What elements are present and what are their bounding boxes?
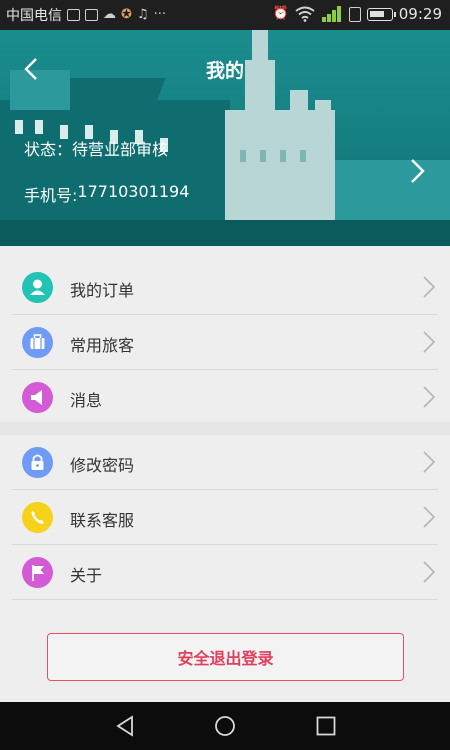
chevron-right-icon bbox=[423, 506, 436, 528]
profile-header: 我的 状态： 待营业部审核 手机号: 17710301194 bbox=[0, 30, 450, 246]
account-status-value: 待营业部审核 bbox=[72, 140, 169, 159]
status-bar: 中国电信 ☁ ✪ ♫ ··· ⏰ 09:29 bbox=[0, 0, 450, 30]
menu-item-label: 消息 bbox=[70, 391, 103, 410]
carrier-label: 中国电信 bbox=[6, 8, 62, 24]
logout-button[interactable]: 安全退出登录 bbox=[47, 633, 404, 681]
account-status: 状态： 待营业部审核 bbox=[24, 136, 168, 160]
wifi-icon bbox=[295, 6, 315, 22]
alarm-icon: ⏰ bbox=[272, 6, 289, 21]
sim-icon bbox=[348, 6, 361, 22]
more-icon: ··· bbox=[153, 7, 166, 22]
menu-item-customer-service[interactable]: 联系客服 bbox=[12, 490, 438, 545]
phone-number-label: 手机号: bbox=[24, 186, 78, 205]
group-divider bbox=[0, 422, 450, 435]
phone-number: 手机号: 17710301194 bbox=[24, 182, 189, 206]
phone-icon bbox=[22, 502, 53, 533]
menu-item-change-password[interactable]: 修改密码 bbox=[12, 435, 438, 490]
menu-item-label: 常用旅客 bbox=[70, 336, 135, 355]
menu-item-label: 关于 bbox=[70, 566, 103, 585]
menu-item-my-orders[interactable]: 我的订单 bbox=[12, 260, 438, 315]
menu-item-messages[interactable]: 消息 bbox=[12, 370, 438, 425]
chevron-right-icon bbox=[423, 276, 436, 298]
menu-item-frequent-travelers[interactable]: 常用旅客 bbox=[12, 315, 438, 370]
lock-icon bbox=[22, 447, 53, 478]
chevron-right-icon bbox=[423, 561, 436, 583]
menu-group-orders: 我的订单 常用旅客 消息 bbox=[0, 260, 450, 425]
menu-group-settings: 修改密码 联系客服 关于 bbox=[0, 435, 450, 600]
nav-home-icon[interactable] bbox=[214, 715, 236, 737]
chevron-right-icon bbox=[423, 386, 436, 408]
suitcase-icon bbox=[22, 327, 53, 358]
mail-icon bbox=[85, 9, 98, 21]
status-left: 中国电信 ☁ ✪ ♫ ··· bbox=[6, 5, 166, 25]
music-icon: ♫ bbox=[136, 7, 149, 22]
image-icon bbox=[67, 9, 80, 21]
flag-icon bbox=[22, 557, 53, 588]
nav-back-icon[interactable] bbox=[114, 715, 136, 737]
menu-item-label: 联系客服 bbox=[70, 511, 135, 530]
battery-icon bbox=[366, 7, 396, 21]
status-right: ⏰ 09:29 bbox=[273, 5, 442, 23]
status-time: 09:29 bbox=[398, 5, 442, 23]
chevron-right-icon bbox=[423, 451, 436, 473]
menu-item-about[interactable]: 关于 bbox=[12, 545, 438, 600]
chevron-right-icon bbox=[423, 331, 436, 353]
nav-recents-icon[interactable] bbox=[315, 715, 337, 737]
megaphone-icon bbox=[22, 382, 53, 413]
page-title: 我的 bbox=[205, 60, 244, 82]
account-status-label: 状态： bbox=[24, 140, 73, 159]
chevron-right-icon[interactable] bbox=[406, 158, 428, 184]
cloud-icon: ☁ bbox=[103, 7, 116, 22]
person-icon bbox=[22, 272, 53, 303]
signal-icon bbox=[321, 6, 341, 22]
system-nav-bar bbox=[0, 702, 450, 750]
phone-number-value: 17710301194 bbox=[77, 182, 190, 201]
menu-item-label: 我的订单 bbox=[70, 281, 135, 300]
menu-item-label: 修改密码 bbox=[70, 456, 135, 475]
badge-icon: ✪ bbox=[121, 7, 132, 22]
